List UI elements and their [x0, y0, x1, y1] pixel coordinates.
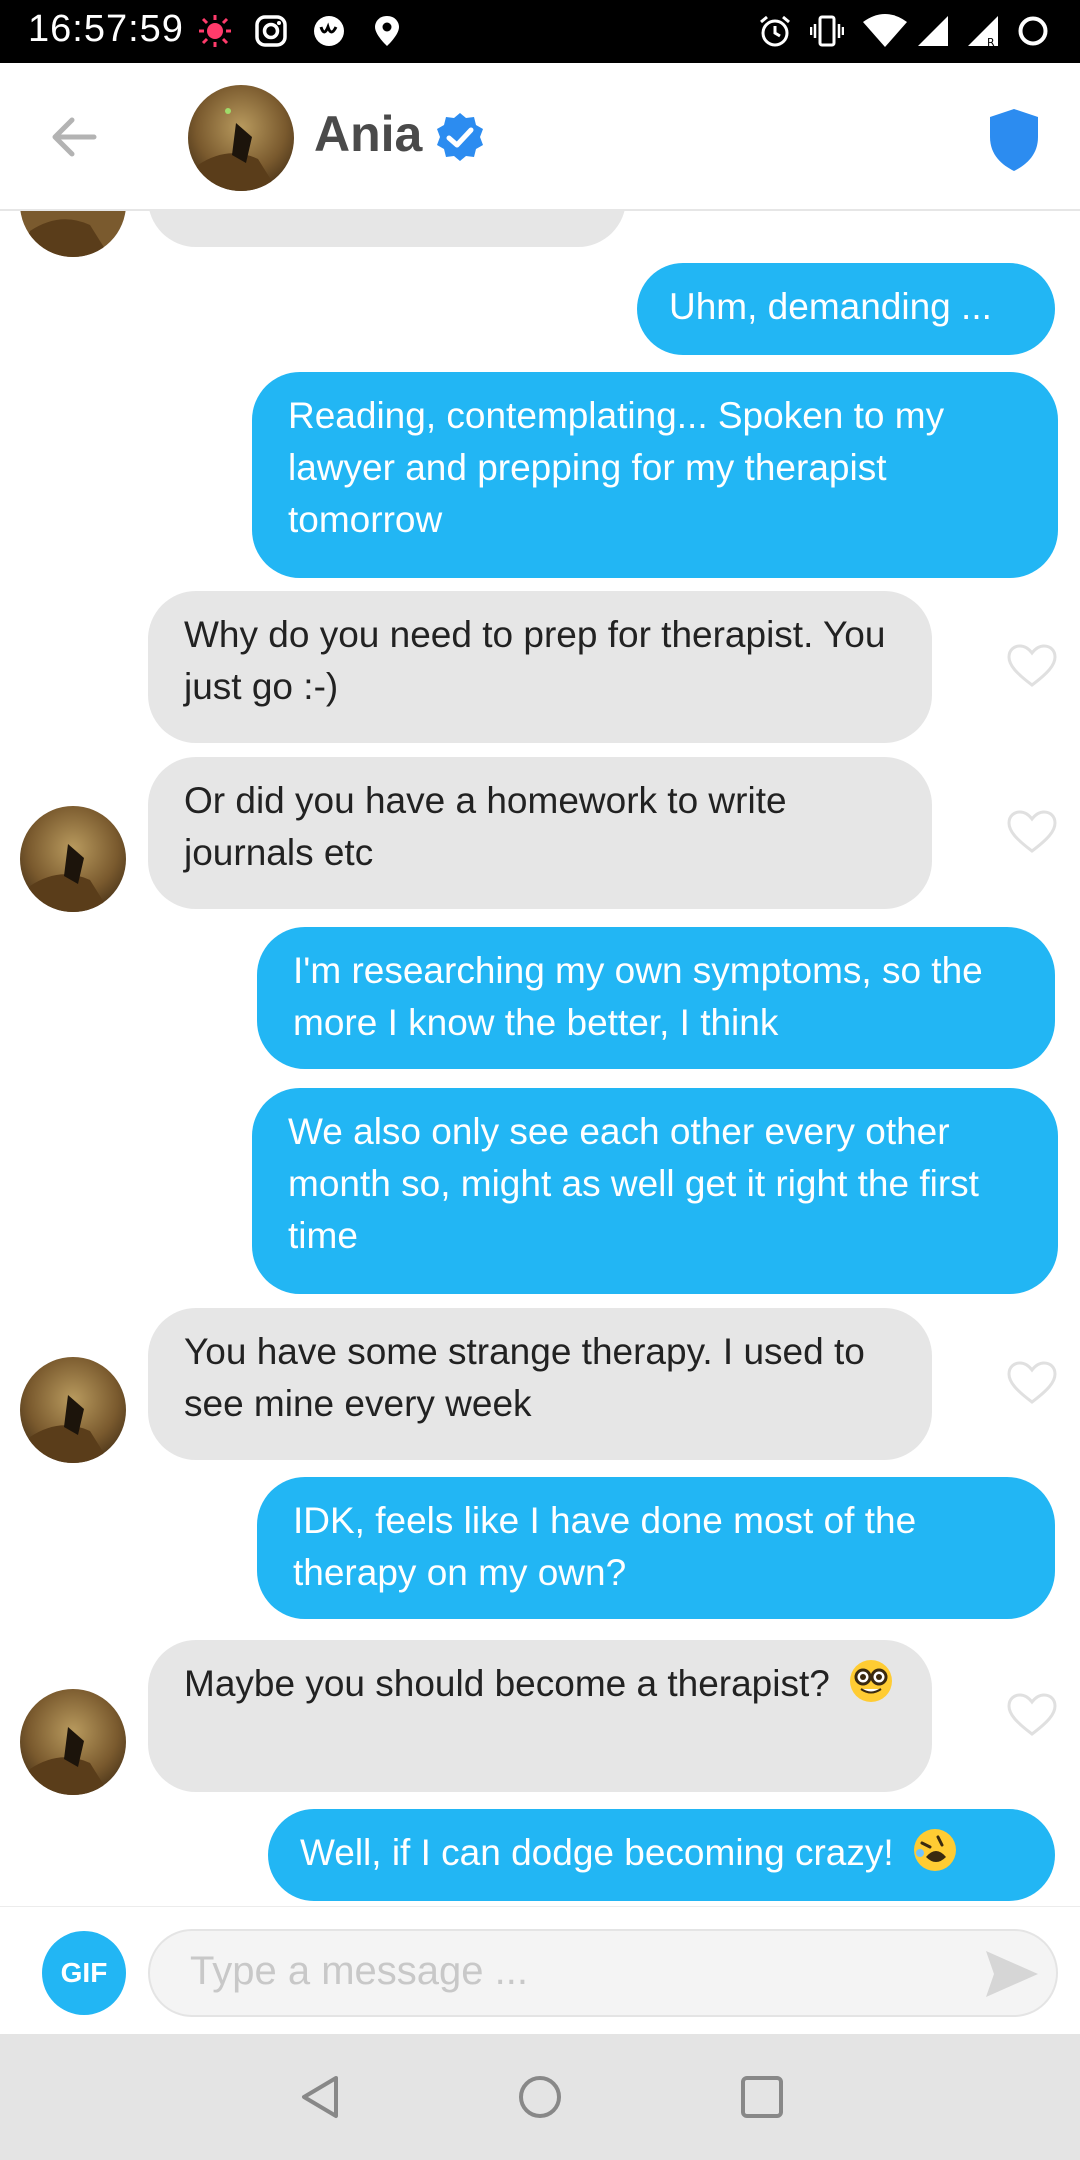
alarm-icon — [760, 15, 790, 47]
gif-label: GIF — [60, 1957, 108, 1988]
signal-roaming-icon: R — [968, 16, 998, 48]
message-text: Maybe you should become a therapist? — [184, 1663, 830, 1704]
nerd-face-emoji-icon — [850, 1660, 893, 1702]
status-bar: 16:57:59 R — [0, 0, 1080, 63]
rolling-on-floor-laughing-emoji-icon — [913, 1829, 956, 1871]
svg-text:R: R — [987, 36, 995, 48]
wifi-icon — [863, 14, 907, 47]
chat-header: Ania — [0, 63, 1080, 211]
instagram-icon — [255, 15, 287, 47]
received-message[interactable]: You have some strange therapy. I used to… — [148, 1308, 932, 1460]
contact-name[interactable]: Ania — [314, 105, 422, 163]
sent-message[interactable]: Reading, contemplating... Spoken to my l… — [252, 372, 1058, 578]
message-text: Or did you have a homework to write jour… — [184, 780, 787, 873]
location-icon — [375, 16, 399, 46]
sent-message[interactable]: Well, if I can dodge becoming crazy! — [268, 1809, 1055, 1901]
shield-icon[interactable] — [986, 107, 1042, 173]
sent-message[interactable]: IDK, feels like I have done most of the … — [257, 1477, 1055, 1619]
message-text: We also only see each other every other … — [288, 1111, 979, 1256]
received-message[interactable]: Or did you have a homework to write jour… — [148, 757, 932, 909]
message-text: Why do you need to prep for therapist. Y… — [184, 614, 886, 707]
received-message[interactable]: Why do you need to prep for therapist. Y… — [148, 591, 932, 743]
status-time: 16:57:59 — [28, 8, 184, 50]
like-heart-icon[interactable] — [1006, 1360, 1058, 1406]
contact-avatar-small[interactable] — [20, 211, 126, 257]
message-text: IDK, feels like I have done most of the … — [293, 1500, 917, 1593]
nav-home-icon[interactable] — [515, 2072, 565, 2122]
message-composer: GIF Type a message ... — [0, 1906, 1080, 2034]
received-message[interactable]: Maybe you should become a therapist? — [148, 1640, 932, 1792]
like-heart-icon[interactable] — [1006, 643, 1058, 689]
system-navigation-bar — [0, 2034, 1080, 2160]
contact-avatar-small[interactable] — [20, 806, 126, 912]
notification-dot-icon — [199, 15, 231, 47]
contact-avatar-small[interactable] — [20, 1689, 126, 1795]
message-text: Uhm, demanding ... — [669, 286, 992, 327]
verified-badge-icon — [437, 113, 483, 161]
send-icon[interactable] — [982, 1947, 1042, 2001]
signal-icon — [918, 16, 948, 46]
like-heart-icon[interactable] — [1006, 1692, 1058, 1738]
received-message[interactable] — [148, 211, 626, 247]
sent-message[interactable]: Uhm, demanding ... — [637, 263, 1055, 355]
message-text: You have some strange therapy. I used to… — [184, 1331, 865, 1424]
like-heart-icon[interactable] — [1006, 809, 1058, 855]
message-input[interactable]: Type a message ... — [148, 1929, 1058, 2017]
message-list[interactable]: Uhm, demanding ... Reading, contemplatin… — [0, 211, 1080, 1906]
app-notification-icon — [314, 16, 344, 46]
battery-icon — [1018, 16, 1048, 46]
message-placeholder: Type a message ... — [190, 1949, 528, 1993]
gif-button[interactable]: GIF — [42, 1931, 126, 2015]
message-text: Reading, contemplating... Spoken to my l… — [288, 395, 945, 540]
contact-avatar-small[interactable] — [20, 1357, 126, 1463]
back-arrow-icon[interactable] — [44, 107, 104, 167]
nav-recents-icon[interactable] — [737, 2072, 787, 2122]
message-text: Well, if I can dodge becoming crazy! — [300, 1832, 894, 1873]
message-text: I'm researching my own symptoms, so the … — [293, 950, 983, 1043]
sent-message[interactable]: We also only see each other every other … — [252, 1088, 1058, 1294]
contact-avatar[interactable] — [188, 85, 294, 191]
sent-message[interactable]: I'm researching my own symptoms, so the … — [257, 927, 1055, 1069]
nav-back-icon[interactable] — [296, 2072, 346, 2122]
vibrate-icon — [810, 15, 844, 47]
